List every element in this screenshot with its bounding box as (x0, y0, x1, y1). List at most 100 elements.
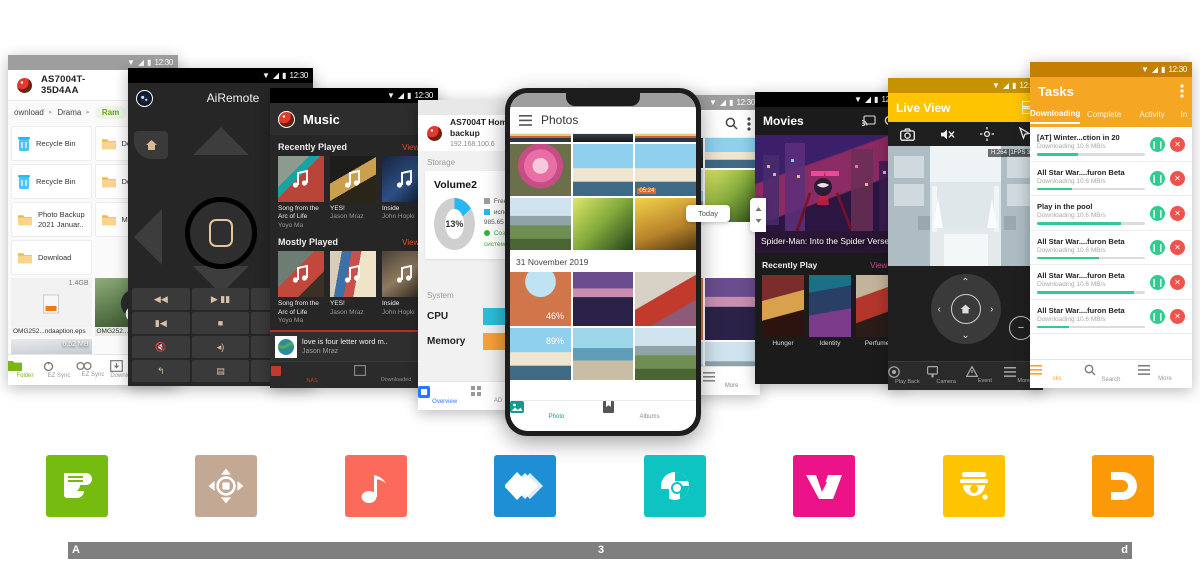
dpad-left-button[interactable] (134, 209, 162, 265)
aimaster-icon[interactable] (494, 455, 557, 517)
aisecure-icon[interactable] (942, 455, 1005, 517)
aivideos-app[interactable]: ▼ ◢ ▮ 12:30 Movies (755, 92, 905, 384)
list-item[interactable]: [AT] Winter...ction in 20 Downloading 10… (1030, 127, 1192, 162)
photo-tile[interactable] (572, 272, 634, 326)
aimusic-icon[interactable] (344, 455, 407, 517)
ptz-right-button[interactable]: › (990, 304, 993, 315)
photo-tile[interactable] (635, 272, 696, 326)
filter-chip[interactable]: Ram (94, 105, 127, 119)
photo-tile[interactable] (572, 198, 634, 250)
nav-overview[interactable]: Overview (418, 385, 471, 407)
nav-albums[interactable]: Albums (603, 401, 696, 431)
aidata-icon[interactable] (46, 455, 108, 517)
pause-button[interactable]: ❙❙ (1150, 205, 1165, 221)
file-thumbnail[interactable]: 1.4GB OMG252...ndaaption.eps (11, 278, 92, 336)
focus-icon[interactable] (979, 127, 994, 141)
snapshot-icon[interactable] (900, 127, 916, 141)
table-row[interactable]: Recycle Bin (11, 126, 92, 161)
stop-button[interactable]: ■ (191, 312, 250, 334)
cancel-button[interactable]: ✕ (1170, 136, 1185, 152)
scrollbar-thumb[interactable] (750, 198, 766, 232)
photo-tile[interactable] (635, 134, 696, 142)
volume-down-button[interactable]: ◂) (191, 336, 250, 358)
aimusic-app[interactable]: ▼ ◢ ▮ 12:30 Music Recently Played View A… (270, 88, 438, 388)
nav-search[interactable]: Search (1084, 364, 1138, 385)
ptz-down-button[interactable]: ⌄ (961, 330, 969, 341)
bottom-nav[interactable]: Photo Albums (510, 400, 696, 431)
back-button[interactable]: ↰ (132, 360, 190, 382)
camera-toolbar[interactable] (888, 122, 1043, 146)
album-row[interactable]: Song from the Arc of Life Yoyo Ma YES! J… (270, 251, 438, 325)
ptz-control[interactable]: ⌃ ⌄ ‹ › − (888, 266, 1043, 361)
ptz-up-button[interactable]: ⌃ (961, 277, 969, 288)
nav-photo[interactable]: Photo (510, 401, 603, 431)
pause-button[interactable]: ❙❙ (1150, 309, 1165, 325)
photo-grid[interactable] (510, 272, 696, 380)
tab-complete[interactable]: Complete (1080, 110, 1128, 123)
nav-tasks[interactable]: sks (1030, 364, 1084, 384)
pause-button[interactable]: ❙❙ (1150, 240, 1165, 256)
menu-button[interactable]: ▤ (191, 360, 250, 382)
photo-grid[interactable]: 05:24 (510, 134, 696, 250)
photo-tile[interactable] (704, 278, 760, 340)
more-vertical-icon[interactable] (1180, 84, 1184, 98)
aisecure-app[interactable]: ▼ ◢ ▮ 12:30 Live View H.264 [1FPS 3.0] ⌃… (888, 78, 1043, 390)
rewind-button[interactable]: ◀◀ (132, 288, 190, 310)
aidownload-app[interactable]: ▼ ◢ ▮ 12:30 Tasks Downloading Complete A… (1030, 62, 1192, 388)
nav-event[interactable]: Event (965, 366, 1005, 385)
cancel-button[interactable]: ✕ (1170, 274, 1185, 290)
tab-in[interactable]: In (1176, 110, 1192, 123)
mute-button[interactable]: 🔇 (132, 336, 190, 358)
tab-bar[interactable]: Downloading Complete Activity In (1030, 105, 1192, 127)
breadcrumb-item-0[interactable]: ownload (14, 108, 44, 117)
tab-activity[interactable]: Activity (1128, 110, 1176, 123)
ptz-dpad[interactable]: ⌃ ⌄ ‹ › (930, 274, 1001, 344)
album-card[interactable]: Song from the Arc of Life Yoyo Ma (278, 251, 324, 325)
photo-tile[interactable] (704, 138, 760, 168)
ptz-home-button[interactable] (950, 294, 981, 324)
cast-icon[interactable] (862, 115, 876, 127)
camera-live-feed[interactable]: H.264 [1FPS 3.0] (888, 146, 1043, 266)
movie-card[interactable]: Hunger (762, 275, 804, 348)
dpad-ok-button[interactable] (184, 197, 257, 269)
bottom-nav[interactable]: sks Search More (1030, 359, 1192, 388)
now-playing-bar[interactable]: love is four letter word m.. Jason Mraz (270, 330, 438, 362)
list-item[interactable]: Play in the pool Downloading 10.6 MB/s ❙… (1030, 196, 1192, 231)
album-row[interactable]: Song from the Arc of Life Yoyo Ma YES! J… (270, 156, 438, 230)
album-card[interactable]: YES! Jason Mraz (330, 156, 376, 230)
nav-nas[interactable]: NAS (270, 365, 354, 385)
bottom-nav[interactable]: Play Back Camera Event More (888, 361, 1043, 390)
aivideos-icon[interactable] (793, 455, 856, 517)
list-item[interactable]: All Star War....furon Beta Downloading 1… (1030, 162, 1192, 196)
poster-row[interactable]: Hunger Identity Perfume (755, 275, 905, 348)
hamburger-icon[interactable] (519, 114, 532, 126)
list-item[interactable]: All Star War....furon Beta Downloading 1… (1030, 300, 1192, 334)
photo-tile[interactable] (572, 134, 634, 142)
featured-movie-banner[interactable]: Spider-Man: Into the Spider Verse (755, 135, 905, 253)
table-row[interactable]: Photo Backup 2021 Januar.. (11, 202, 92, 237)
photo-tile[interactable] (510, 144, 571, 196)
nav-play-back[interactable]: Play Back (888, 366, 927, 386)
cancel-button[interactable]: ✕ (1170, 171, 1185, 187)
pause-button[interactable]: ❙❙ (1150, 274, 1165, 290)
nav-more[interactable]: More (703, 371, 760, 391)
bottom-nav[interactable]: NAS Downloaded (270, 361, 438, 388)
nav-more[interactable]: More (1138, 364, 1192, 384)
search-icon[interactable] (725, 117, 738, 130)
dpad-up-button[interactable] (192, 127, 249, 155)
photo-tile[interactable] (510, 134, 571, 142)
album-card[interactable]: YES! Jason Mraz (330, 251, 376, 325)
pointer-icon[interactable] (1018, 127, 1031, 141)
more-vertical-icon[interactable] (747, 116, 751, 131)
nav-folder[interactable]: Folder (8, 360, 42, 381)
today-scroll-pill[interactable]: Today (686, 205, 731, 222)
phone-screen[interactable]: Photos 05:24 31 November 2019 Photo Albu… (510, 93, 696, 431)
home-button[interactable] (134, 131, 168, 159)
pause-button[interactable]: ❙❙ (1150, 136, 1165, 152)
play-pause-button[interactable]: ▶ ▮▮ (191, 288, 250, 310)
aifoto-icon[interactable] (643, 455, 706, 517)
photo-tile[interactable] (635, 328, 696, 380)
app-icon-row[interactable] (0, 455, 1200, 535)
movie-card[interactable]: Identity (809, 275, 851, 348)
photo-tile[interactable] (572, 328, 634, 380)
